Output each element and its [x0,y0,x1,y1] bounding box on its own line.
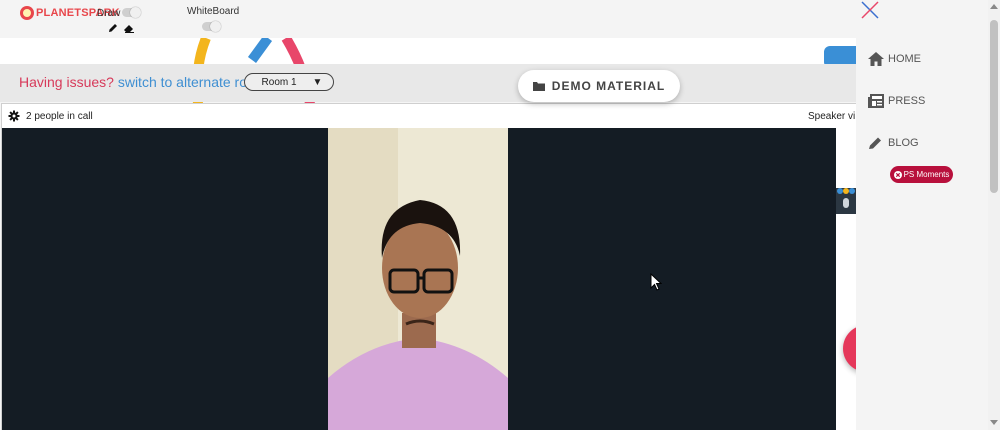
call-header [2,104,856,128]
ps-moments-label: PS Moments [903,170,950,179]
eraser-icon[interactable] [123,22,135,34]
people-in-call-count: 2 people in call [26,111,93,122]
scroll-up-arrow-icon[interactable] [990,4,998,9]
nav-item-press[interactable]: PRESS [868,94,925,108]
caret-down-icon: ▼ [312,76,323,88]
participant-video-frame [328,128,508,430]
demo-material-label: DEMO MATERIAL [551,79,666,93]
issues-text: Having issues? switch to alternate room [19,74,266,90]
newspaper-icon [868,94,884,108]
whiteboard-toggle[interactable] [202,21,221,32]
participant-video-tile[interactable] [328,128,508,430]
issues-question: Having issues? [19,74,114,90]
gear-icon[interactable] [8,110,20,122]
scrollbar-thumb[interactable] [990,20,998,193]
self-view-thumbnail[interactable] [836,188,856,214]
whiteboard-label: WhiteBoard [187,6,240,17]
close-icon[interactable] [860,0,880,20]
demo-material-button[interactable]: DEMO MATERIAL [518,70,680,102]
nav-item-label: PRESS [888,95,926,107]
folder-icon [532,82,545,91]
app-page: PLANETSPARK Draw WhiteBoard Having issue… [0,0,1000,430]
draw-toggle[interactable] [122,7,141,18]
scroll-down-arrow-icon[interactable] [990,420,998,425]
logo-mark-icon [20,6,34,20]
pencil-icon [869,137,881,149]
mic-icon [836,188,856,214]
close-circle-icon [893,170,902,179]
room-select-value: Room 1 [261,76,297,88]
nav-item-label: BLOG [888,137,919,149]
mouse-cursor-icon [650,273,662,291]
nav-item-label: HOME [888,53,921,65]
pencil-icon[interactable] [107,22,119,34]
speaker-view-toggle[interactable]: Speaker vi [808,111,856,122]
nav-item-home[interactable]: HOME [868,52,921,66]
ps-moments-badge[interactable]: PS Moments [890,166,953,183]
home-icon [868,52,884,66]
content-area [0,38,856,64]
room-select[interactable]: Room 1 ▼ [244,73,334,91]
nav-item-blog[interactable]: BLOG [868,136,919,150]
draw-label: Draw [97,8,121,19]
